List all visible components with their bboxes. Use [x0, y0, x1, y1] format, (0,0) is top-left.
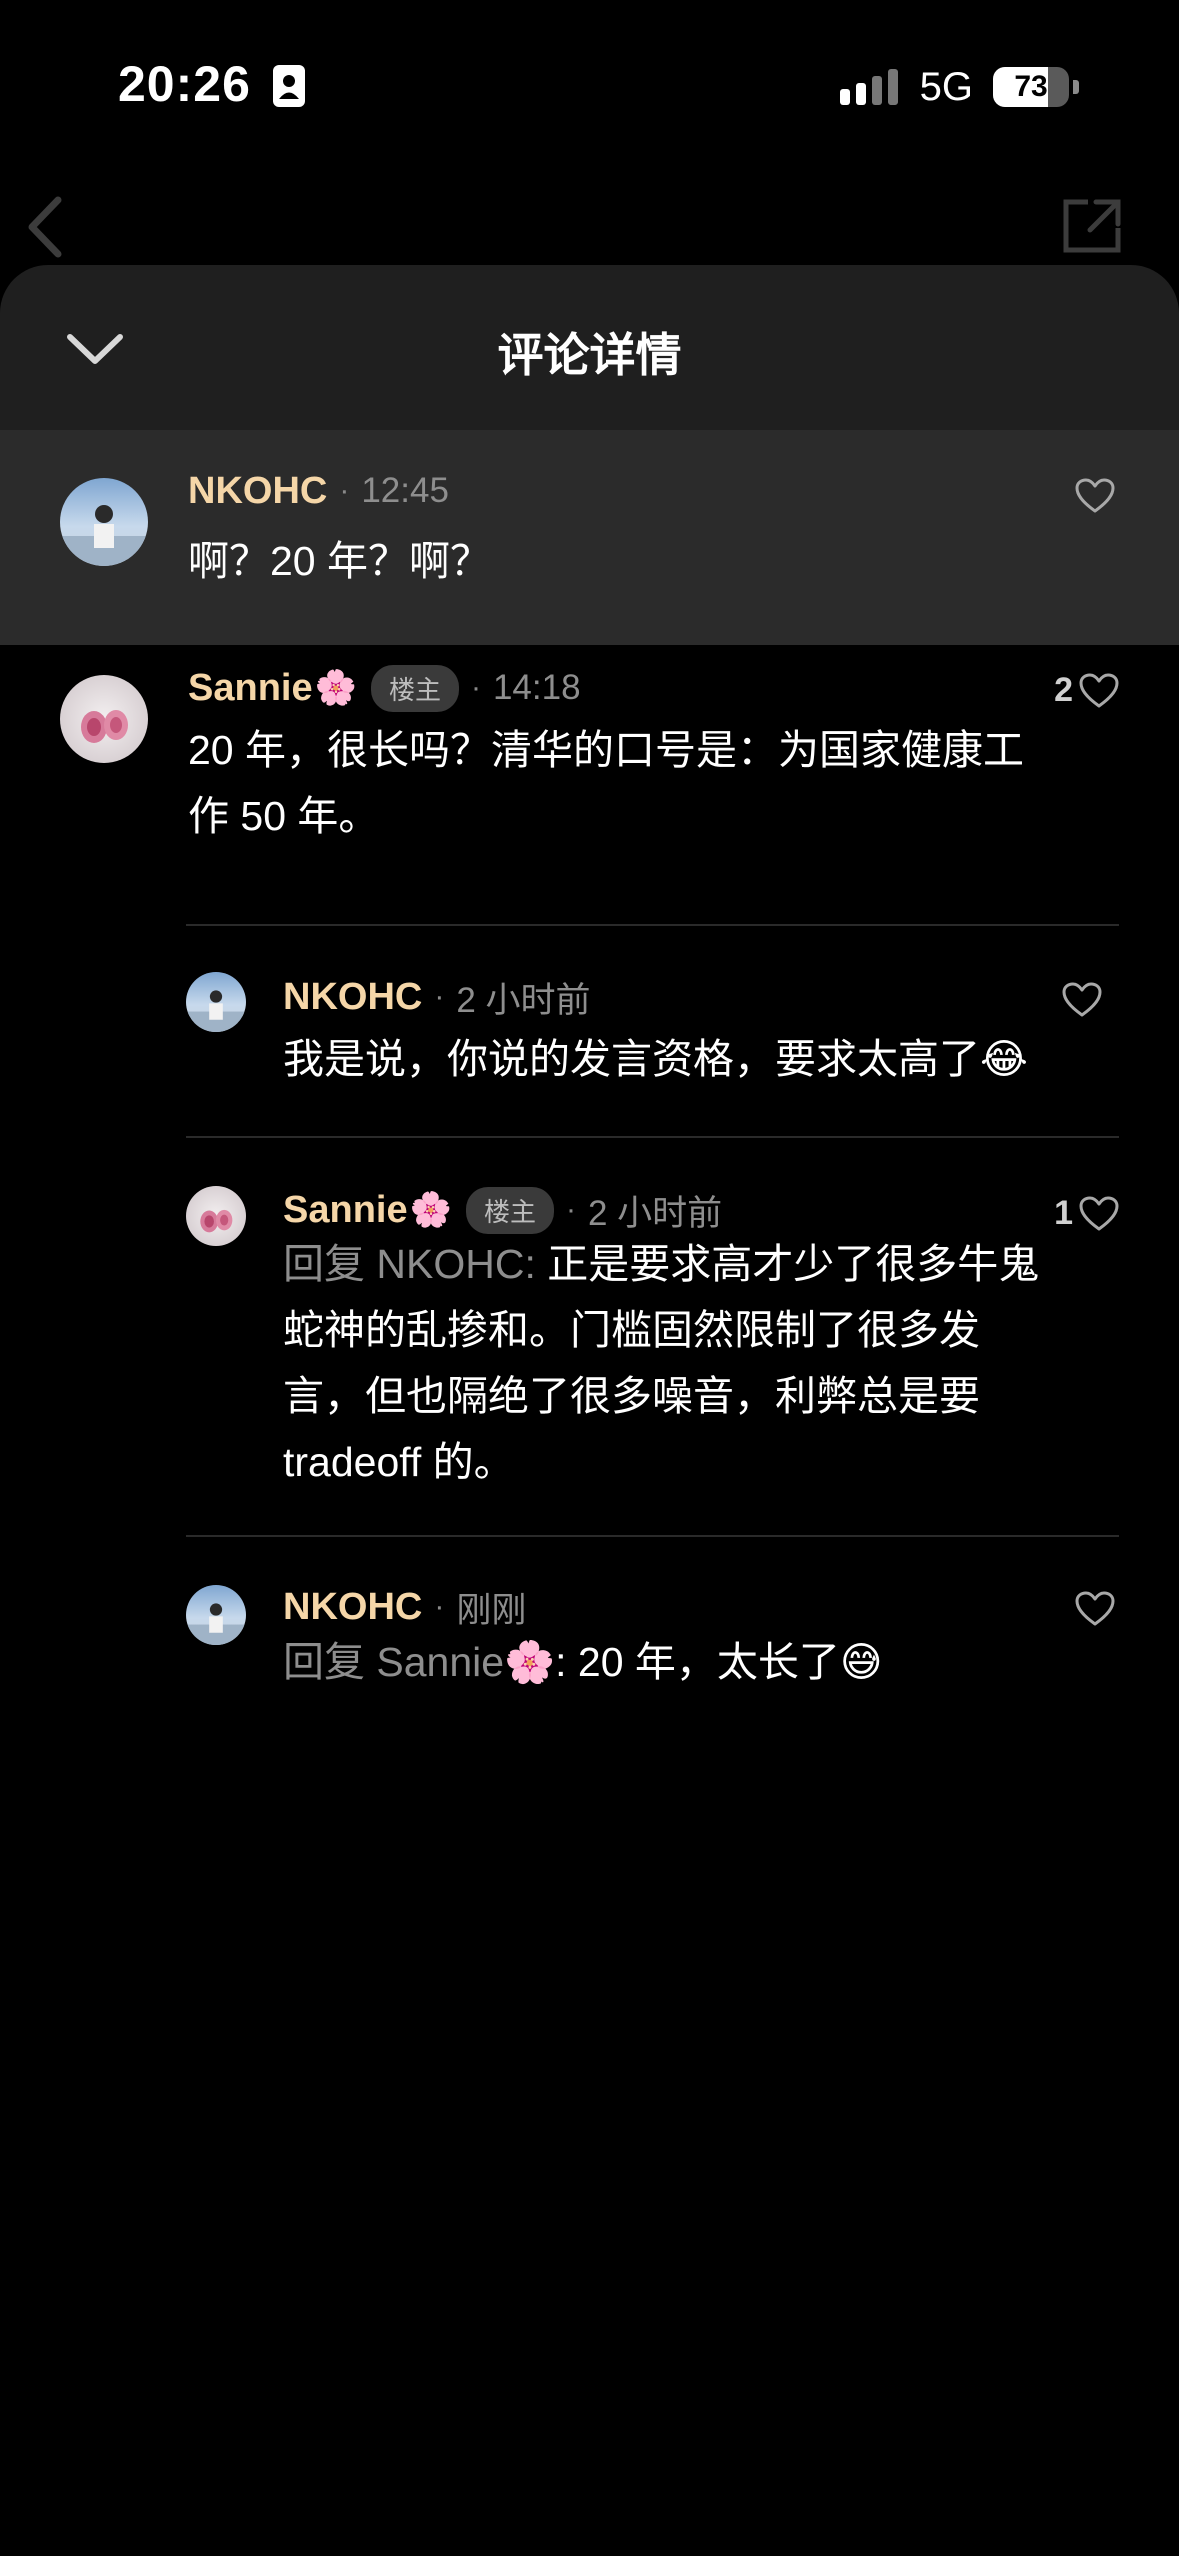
reply-meta: NKOHC · 刚刚 — [283, 1582, 526, 1632]
laughing-emoji: 😂 — [980, 1036, 1028, 1082]
reply-meta: Sannie 🌸 楼主 · 14:18 — [188, 663, 581, 713]
status-indicators: 5G 73 — [838, 62, 1079, 112]
share-icon[interactable] — [1060, 196, 1124, 256]
reply-time: 14:18 — [492, 668, 581, 707]
heart-icon — [1075, 1591, 1115, 1626]
sheet-title: 评论详情 — [497, 329, 682, 381]
like-button[interactable] — [1062, 982, 1102, 1018]
id-card-icon — [273, 65, 305, 107]
avatar[interactable] — [186, 1585, 246, 1645]
reply-text-line: 蛇神的乱掺和。门槛固然限制了很多发 — [283, 1307, 980, 1353]
separator-dot: · — [339, 474, 350, 507]
sheet-header: 评论详情 — [0, 265, 1179, 430]
reply-text-body: 我是说，你说的发言资格，要求太高了 — [283, 1036, 980, 1082]
avatar-image — [186, 1603, 246, 1645]
reply-text: 我是说，你说的发言资格，要求太高了😂 — [283, 1026, 1028, 1092]
reply-time: 2 小时前 — [587, 1193, 723, 1233]
reply-text-line: 20 年，很长吗？清华的口号是：为国家健康工 — [188, 727, 1024, 773]
like-button[interactable]: 2 — [1054, 671, 1119, 710]
avatar[interactable] — [60, 675, 148, 763]
like-button[interactable] — [1075, 478, 1115, 514]
avatar[interactable] — [186, 972, 246, 1032]
author-name[interactable]: NKOHC — [283, 1586, 422, 1629]
reply-prefix-colon: : — [555, 1639, 578, 1685]
like-count: 2 — [1054, 671, 1073, 709]
author-name[interactable]: Sannie — [283, 1189, 408, 1232]
heart-icon — [1079, 673, 1119, 707]
separator-dot: · — [565, 1193, 576, 1226]
reply-text-body: 20 年，太长了 — [577, 1639, 840, 1685]
like-button[interactable]: 1 — [1054, 1194, 1119, 1233]
heart-icon — [1062, 982, 1102, 1017]
main-comment: NKOHC · 12:45 啊？20 年？啊？ — [0, 430, 1179, 645]
reply-to-prefix[interactable]: 回复 Sannie — [283, 1639, 504, 1685]
avatar[interactable] — [186, 1186, 246, 1246]
reply-text-line: 言，但也隔绝了很多噪音，利弊总是要 — [283, 1373, 980, 1419]
comment-time: 12:45 — [361, 471, 449, 510]
cherry-blossom-emoji: 🌸 — [504, 1639, 556, 1685]
avatar[interactable] — [60, 478, 148, 566]
battery-icon: 73 — [993, 67, 1069, 107]
reply-meta: NKOHC · 2 小时前 — [283, 972, 591, 1022]
reply-meta: Sannie 🌸 楼主 · 2 小时前 — [283, 1185, 722, 1235]
author-name[interactable]: NKOHC — [283, 976, 422, 1019]
cherry-blossom-emoji: 🌸 — [314, 669, 357, 707]
battery-percent: 73 — [1014, 70, 1048, 103]
back-icon[interactable] — [18, 192, 78, 262]
separator-dot: · — [434, 1590, 445, 1623]
reply-text: 20 年，很长吗？清华的口号是：为国家健康工 作 50 年。 — [188, 717, 1024, 849]
author-name[interactable]: Sannie — [188, 667, 313, 710]
reply-text-line: 回复 NKOHC: 正是要求高才少了很多牛鬼 — [283, 1231, 1039, 1297]
heart-icon — [1079, 1196, 1119, 1230]
reply-item: NKOHC · 刚刚 回复 Sannie🌸: 20 年，太长了😅 — [0, 1537, 1179, 1707]
reply-time: 2 小时前 — [456, 980, 591, 1020]
signal-icon — [839, 69, 898, 105]
reply-item: Sannie 🌸 楼主 · 14:18 2 20 年，很长吗？清华的口号是：为国… — [0, 645, 1179, 917]
like-button[interactable] — [1075, 1591, 1115, 1627]
author-name[interactable]: NKOHC — [188, 470, 327, 513]
battery-tip — [1073, 80, 1079, 94]
reply-text-line: tradeoff 的。 — [283, 1439, 515, 1485]
avatar-image — [186, 990, 246, 1032]
separator-dot: · — [470, 671, 481, 704]
comment-text: 啊？20 年？啊？ — [188, 538, 491, 584]
sweat-smile-emoji: 😅 — [839, 1639, 883, 1685]
heart-icon — [1075, 478, 1115, 513]
op-badge: 楼主 — [370, 664, 459, 712]
like-count: 1 — [1054, 1194, 1073, 1232]
reply-to-prefix[interactable]: 回复 NKOHC: — [283, 1241, 547, 1287]
reply-item: NKOHC · 2 小时前 我是说，你说的发言资格，要求太高了😂 — [0, 926, 1179, 1136]
separator-dot: · — [434, 980, 445, 1013]
reply-text-line: 作 50 年。 — [188, 793, 380, 839]
avatar-image — [60, 505, 148, 566]
reply-item: Sannie 🌸 楼主 · 2 小时前 1 回复 NKOHC: 正是要求高才少了… — [0, 1138, 1179, 1538]
avatar-image — [81, 710, 128, 743]
status-bar: 20:26 5G 73 — [0, 0, 1179, 170]
cherry-blossom-emoji: 🌸 — [409, 1191, 452, 1229]
status-time: 20:26 — [118, 56, 251, 112]
avatar-image — [200, 1209, 233, 1233]
network-label: 5G — [919, 64, 973, 109]
reply-text: 回复 NKOHC: 正是要求高才少了很多牛鬼 蛇神的乱掺和。门槛固然限制了很多发… — [283, 1231, 1039, 1495]
reply-time: 刚刚 — [456, 1590, 527, 1630]
op-badge: 楼主 — [465, 1186, 554, 1234]
comment-detail-sheet: 评论详情 NKOHC · 12:45 啊？20 年？啊？ Sannie 🌸 楼主… — [0, 265, 1179, 2556]
reply-text-segment: 正是要求高才少了很多牛鬼 — [547, 1241, 1040, 1287]
reply-text: 回复 Sannie🌸: 20 年，太长了😅 — [283, 1629, 883, 1695]
comment-meta: NKOHC · 12:45 — [188, 466, 449, 516]
